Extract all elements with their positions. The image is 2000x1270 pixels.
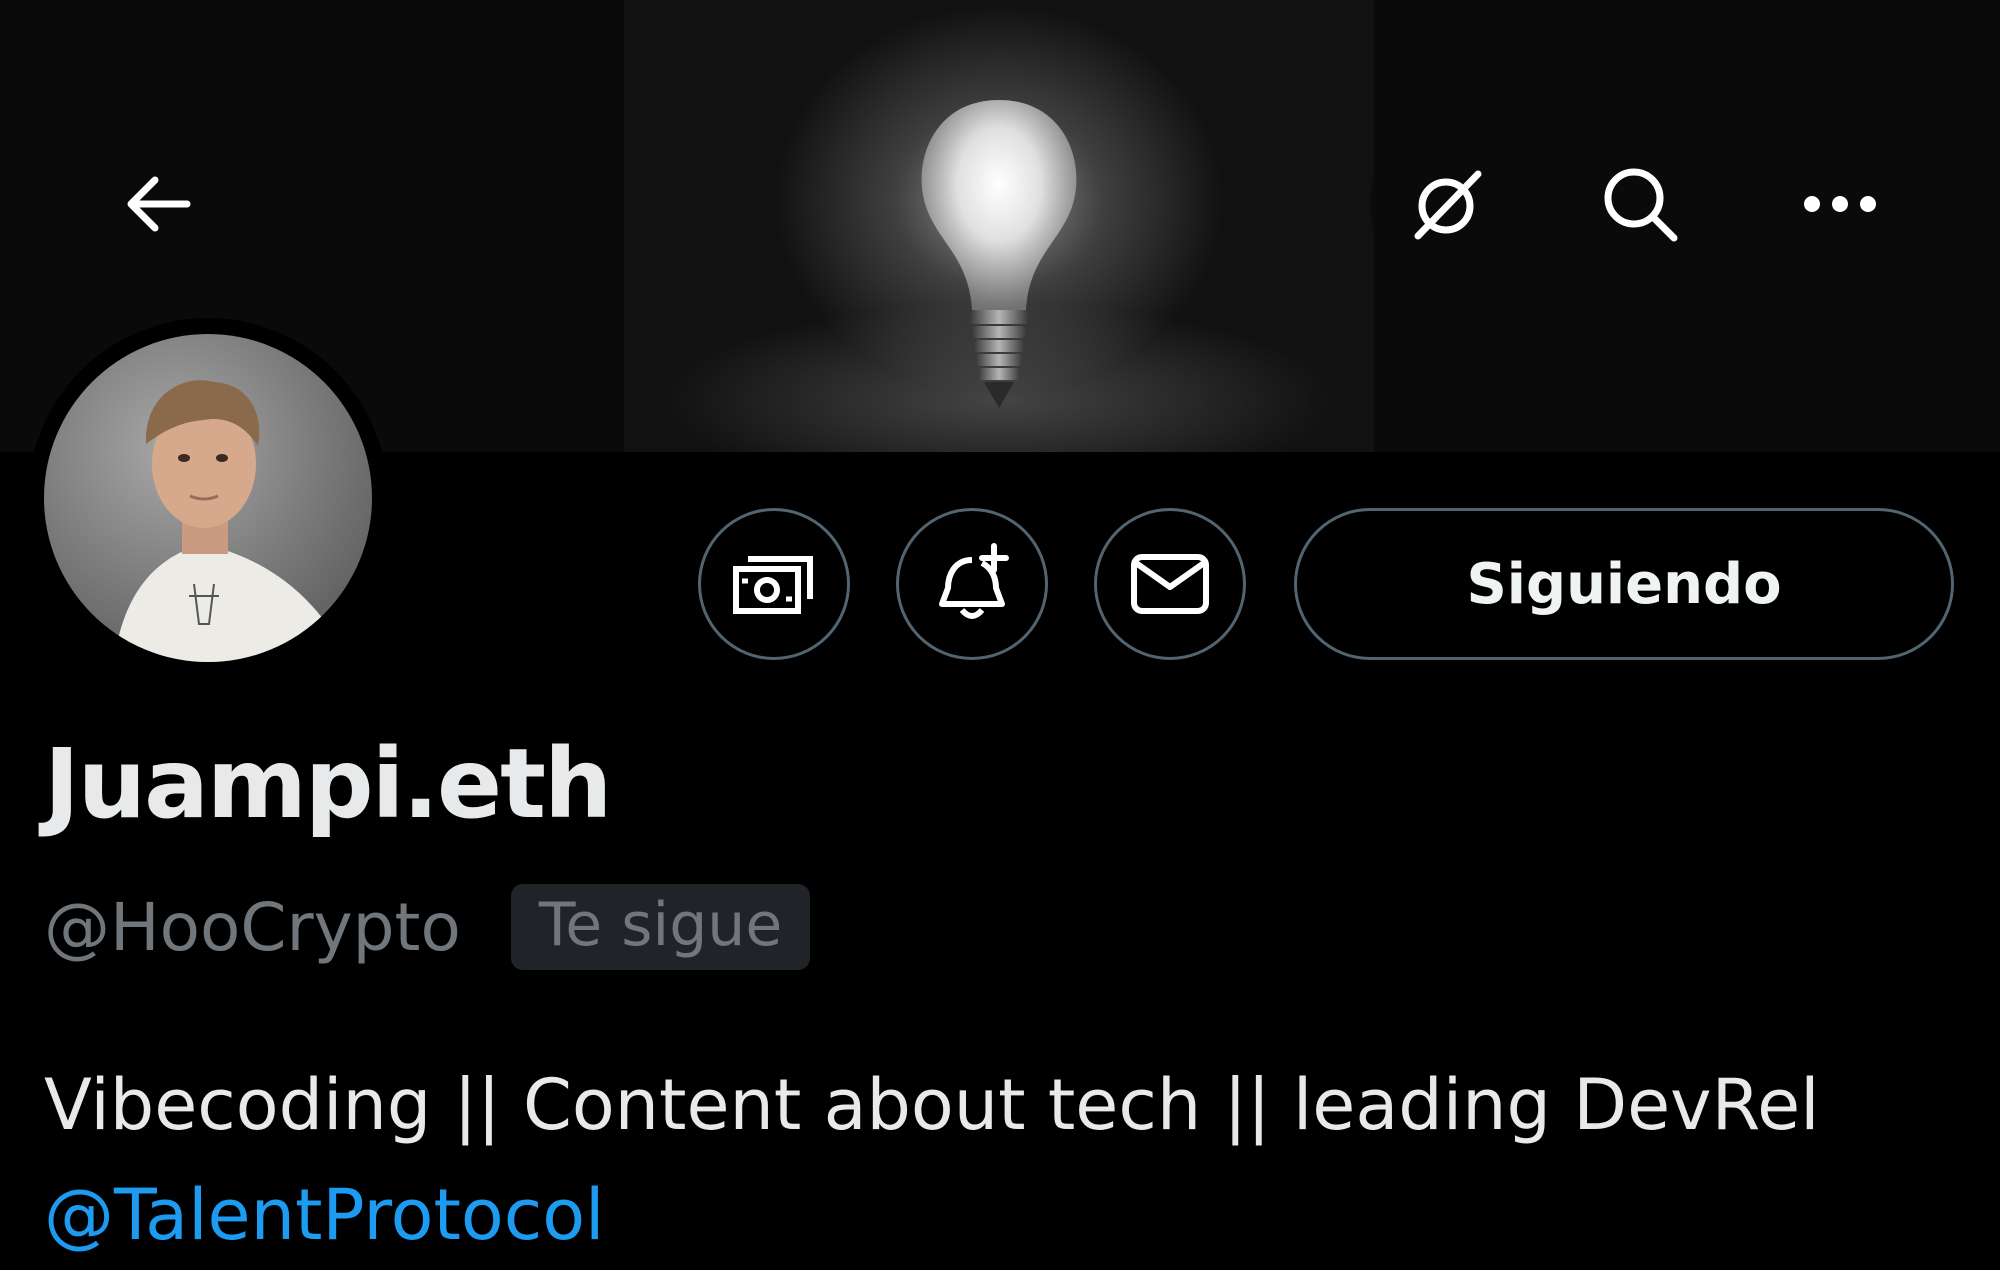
avatar-photo xyxy=(114,380,344,662)
more-options-button[interactable] xyxy=(1762,126,1918,282)
more-horizontal-icon xyxy=(1804,196,1876,212)
bio-mention-link[interactable]: @TalentProtocol xyxy=(44,1160,1944,1270)
search-button[interactable] xyxy=(1562,126,1718,282)
bio-text: Vibecoding || Content about tech || lead… xyxy=(44,1064,1820,1146)
tips-button[interactable] xyxy=(698,508,850,660)
message-button[interactable] xyxy=(1094,508,1246,660)
follows-you-badge: Te sigue xyxy=(510,884,811,970)
bell-plus-icon xyxy=(939,543,1009,619)
avatar[interactable] xyxy=(44,334,372,662)
money-icon xyxy=(733,556,813,614)
lightbulb-banner-image xyxy=(624,0,1374,452)
handle-row: @HooCrypto Te sigue xyxy=(44,884,811,970)
arrow-left-icon xyxy=(127,176,191,232)
display-name: Juampi.eth xyxy=(44,728,612,840)
notifications-button[interactable] xyxy=(896,508,1048,660)
following-button[interactable]: Siguiendo xyxy=(1294,508,1954,660)
grok-icon xyxy=(1414,170,1482,240)
back-button[interactable] xyxy=(80,126,236,282)
profile-bio: Vibecoding || Content about tech || lead… xyxy=(44,1050,1944,1270)
user-handle: @HooCrypto xyxy=(44,888,461,966)
search-icon xyxy=(1604,168,1678,242)
grok-button[interactable] xyxy=(1370,126,1526,282)
lightbulb-illustration xyxy=(921,100,1077,408)
envelope-icon xyxy=(1131,554,1209,614)
